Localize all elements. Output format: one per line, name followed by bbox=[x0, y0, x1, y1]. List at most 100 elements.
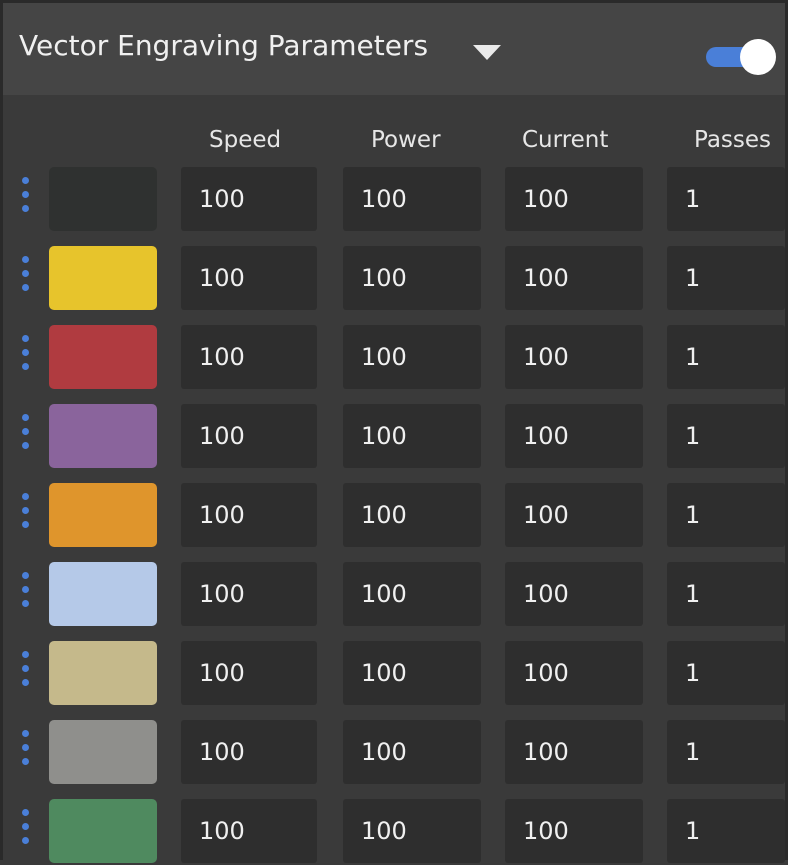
drag-handle-dot bbox=[22, 270, 29, 277]
column-header-passes: Passes bbox=[694, 127, 772, 153]
color-swatch[interactable] bbox=[49, 720, 157, 784]
drag-handle-dot bbox=[22, 600, 29, 607]
passes-input[interactable]: 1 bbox=[667, 720, 785, 784]
passes-input[interactable]: 1 bbox=[667, 246, 785, 310]
column-header-speed: Speed bbox=[209, 127, 282, 153]
drag-handle-dot bbox=[22, 572, 29, 579]
drag-handle-icon[interactable] bbox=[20, 572, 30, 622]
current-input[interactable]: 100 bbox=[505, 799, 643, 863]
drag-handle-dot bbox=[22, 730, 29, 737]
drag-handle-dot bbox=[22, 335, 29, 342]
passes-input[interactable]: 1 bbox=[667, 641, 785, 705]
color-swatch[interactable] bbox=[49, 799, 157, 863]
color-swatch[interactable] bbox=[49, 562, 157, 626]
current-input[interactable]: 100 bbox=[505, 720, 643, 784]
vector-engraving-panel: Vector Engraving Parameters Speed Power … bbox=[0, 0, 788, 863]
color-swatch[interactable] bbox=[49, 404, 157, 468]
current-input[interactable]: 100 bbox=[505, 167, 643, 231]
table-row: 100 100 100 1 bbox=[3, 562, 785, 628]
current-input[interactable]: 100 bbox=[505, 325, 643, 389]
drag-handle-dot bbox=[22, 837, 29, 844]
panel-header[interactable]: Vector Engraving Parameters bbox=[3, 3, 785, 95]
power-input[interactable]: 100 bbox=[343, 404, 481, 468]
toggle-knob bbox=[740, 39, 776, 75]
current-input[interactable]: 100 bbox=[505, 562, 643, 626]
passes-input[interactable]: 1 bbox=[667, 325, 785, 389]
drag-handle-icon[interactable] bbox=[20, 493, 30, 543]
drag-handle-dot bbox=[22, 442, 29, 449]
drag-handle-dot bbox=[22, 521, 29, 528]
speed-input[interactable]: 100 bbox=[181, 246, 317, 310]
table-row: 100 100 100 1 bbox=[3, 404, 785, 470]
color-swatch[interactable] bbox=[49, 483, 157, 547]
drag-handle-dot bbox=[22, 284, 29, 291]
table-row: 100 100 100 1 bbox=[3, 325, 785, 391]
drag-handle-icon[interactable] bbox=[20, 414, 30, 464]
speed-input[interactable]: 100 bbox=[181, 720, 317, 784]
speed-input[interactable]: 100 bbox=[181, 641, 317, 705]
drag-handle-dot bbox=[22, 256, 29, 263]
power-input[interactable]: 100 bbox=[343, 799, 481, 863]
color-swatch[interactable] bbox=[49, 325, 157, 389]
drag-handle-icon[interactable] bbox=[20, 335, 30, 385]
drag-handle-dot bbox=[22, 823, 29, 830]
table-row: 100 100 100 1 bbox=[3, 167, 785, 233]
speed-input[interactable]: 100 bbox=[181, 799, 317, 863]
drag-handle-dot bbox=[22, 586, 29, 593]
passes-input[interactable]: 1 bbox=[667, 404, 785, 468]
table-row: 100 100 100 1 bbox=[3, 641, 785, 707]
drag-handle-dot bbox=[22, 205, 29, 212]
current-input[interactable]: 100 bbox=[505, 641, 643, 705]
enable-toggle[interactable] bbox=[706, 39, 776, 75]
drag-handle-dot bbox=[22, 507, 29, 514]
power-input[interactable]: 100 bbox=[343, 720, 481, 784]
drag-handle-dot bbox=[22, 679, 29, 686]
color-swatch[interactable] bbox=[49, 641, 157, 705]
column-header-power: Power bbox=[371, 127, 441, 153]
speed-input[interactable]: 100 bbox=[181, 483, 317, 547]
power-input[interactable]: 100 bbox=[343, 246, 481, 310]
speed-input[interactable]: 100 bbox=[181, 325, 317, 389]
drag-handle-dot bbox=[22, 665, 29, 672]
drag-handle-dot bbox=[22, 363, 29, 370]
drag-handle-dot bbox=[22, 493, 29, 500]
drag-handle-icon[interactable] bbox=[20, 256, 30, 306]
table-row: 100 100 100 1 bbox=[3, 483, 785, 549]
color-swatch[interactable] bbox=[49, 246, 157, 310]
table-row: 100 100 100 1 bbox=[3, 720, 785, 786]
drag-handle-dot bbox=[22, 744, 29, 751]
passes-input[interactable]: 1 bbox=[667, 167, 785, 231]
power-input[interactable]: 100 bbox=[343, 483, 481, 547]
power-input[interactable]: 100 bbox=[343, 325, 481, 389]
drag-handle-icon[interactable] bbox=[20, 177, 30, 227]
drag-handle-dot bbox=[22, 428, 29, 435]
current-input[interactable]: 100 bbox=[505, 404, 643, 468]
current-input[interactable]: 100 bbox=[505, 246, 643, 310]
power-input[interactable]: 100 bbox=[343, 641, 481, 705]
drag-handle-icon[interactable] bbox=[20, 651, 30, 701]
drag-handle-dot bbox=[22, 191, 29, 198]
column-header-current: Current bbox=[522, 127, 609, 153]
caret-down-icon[interactable] bbox=[473, 45, 501, 60]
drag-handle-dot bbox=[22, 651, 29, 658]
drag-handle-icon[interactable] bbox=[20, 730, 30, 780]
current-input[interactable]: 100 bbox=[505, 483, 643, 547]
drag-handle-icon[interactable] bbox=[20, 809, 30, 859]
speed-input[interactable]: 100 bbox=[181, 167, 317, 231]
power-input[interactable]: 100 bbox=[343, 562, 481, 626]
drag-handle-dot bbox=[22, 349, 29, 356]
drag-handle-dot bbox=[22, 758, 29, 765]
color-swatch[interactable] bbox=[49, 167, 157, 231]
table-row: 100 100 100 1 bbox=[3, 799, 785, 865]
speed-input[interactable]: 100 bbox=[181, 404, 317, 468]
drag-handle-dot bbox=[22, 809, 29, 816]
passes-input[interactable]: 1 bbox=[667, 799, 785, 863]
passes-input[interactable]: 1 bbox=[667, 483, 785, 547]
passes-input[interactable]: 1 bbox=[667, 562, 785, 626]
panel-title: Vector Engraving Parameters bbox=[19, 29, 429, 62]
table-row: 100 100 100 1 bbox=[3, 246, 785, 312]
drag-handle-dot bbox=[22, 414, 29, 421]
drag-handle-dot bbox=[22, 177, 29, 184]
power-input[interactable]: 100 bbox=[343, 167, 481, 231]
speed-input[interactable]: 100 bbox=[181, 562, 317, 626]
